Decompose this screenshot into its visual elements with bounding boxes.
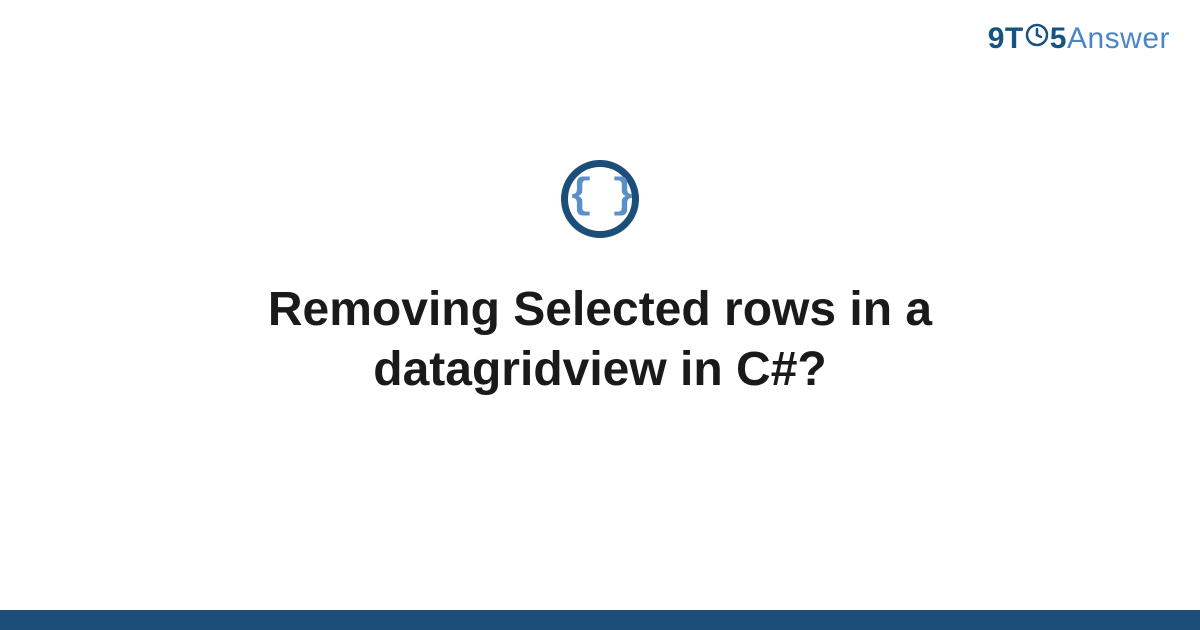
- page-title: Removing Selected rows in a datagridview…: [150, 280, 1050, 400]
- main-content: { } Removing Selected rows in a datagrid…: [0, 0, 1200, 630]
- footer-bar: [0, 610, 1200, 630]
- braces-glyph: { }: [568, 175, 632, 217]
- code-braces-icon: { }: [561, 160, 639, 238]
- icon-container: { }: [561, 160, 639, 238]
